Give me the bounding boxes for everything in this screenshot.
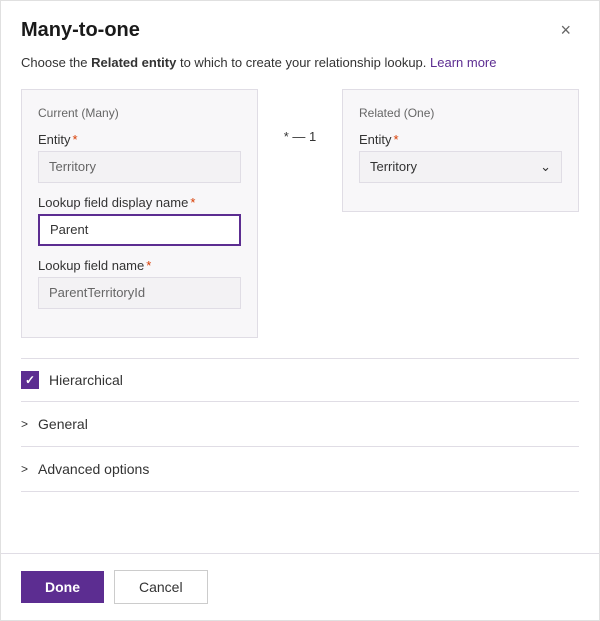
dialog-title: Many-to-one [21, 19, 140, 42]
related-box-label: Related (One) [359, 106, 562, 120]
learn-more-link[interactable]: Learn more [430, 55, 496, 70]
current-box-label: Current (Many) [38, 106, 241, 120]
general-section-header[interactable]: > General [21, 416, 579, 432]
checkbox-checkmark: ✓ [25, 373, 35, 387]
current-many-box: Current (Many) Entity* Territory Lookup … [21, 89, 258, 338]
close-button[interactable]: × [552, 17, 579, 43]
lookup-name-required: * [146, 258, 151, 273]
related-one-box: Related (One) Entity* Territory ⌄ [342, 89, 579, 212]
entity-required-star: * [73, 132, 78, 147]
related-entity-field-label: Entity* [359, 132, 562, 147]
hierarchical-checkbox[interactable]: ✓ [21, 371, 39, 389]
entity-section: Current (Many) Entity* Territory Lookup … [21, 89, 579, 338]
many-to-one-dialog: Many-to-one × Choose the Related entity … [0, 0, 600, 621]
related-entity-value: Territory [370, 159, 417, 174]
related-entity-bold: Related entity [91, 55, 176, 70]
advanced-options-header[interactable]: > Advanced options [21, 461, 579, 477]
advanced-chevron-icon: > [21, 462, 28, 476]
lookup-name-value: ParentTerritoryId [38, 277, 241, 309]
hierarchical-row: ✓ Hierarchical [21, 358, 579, 402]
general-chevron-icon: > [21, 417, 28, 431]
lookup-display-label: Lookup field display name* [38, 195, 241, 210]
lookup-display-input[interactable] [38, 214, 241, 246]
chevron-down-icon: ⌄ [540, 159, 551, 175]
hierarchical-label: Hierarchical [49, 372, 123, 388]
lookup-name-label: Lookup field name* [38, 258, 241, 273]
entity-field-value: Territory [38, 151, 241, 183]
entity-field-label: Entity* [38, 132, 241, 147]
cancel-button[interactable]: Cancel [114, 570, 208, 604]
done-button[interactable]: Done [21, 571, 104, 603]
dialog-header: Many-to-one × [1, 1, 599, 53]
description-text: Choose the Related entity to which to cr… [21, 53, 579, 73]
advanced-options-section: > Advanced options [21, 447, 579, 492]
related-entity-select[interactable]: Territory ⌄ [359, 151, 562, 183]
lookup-display-required: * [190, 195, 195, 210]
dialog-footer: Done Cancel [1, 553, 599, 620]
general-section: > General [21, 402, 579, 447]
connector: * — 1 [270, 89, 330, 144]
dialog-body: Choose the Related entity to which to cr… [1, 53, 599, 553]
related-entity-required: * [394, 132, 399, 147]
connector-text: * — 1 [284, 129, 317, 144]
advanced-options-label: Advanced options [38, 461, 149, 477]
general-section-label: General [38, 416, 88, 432]
